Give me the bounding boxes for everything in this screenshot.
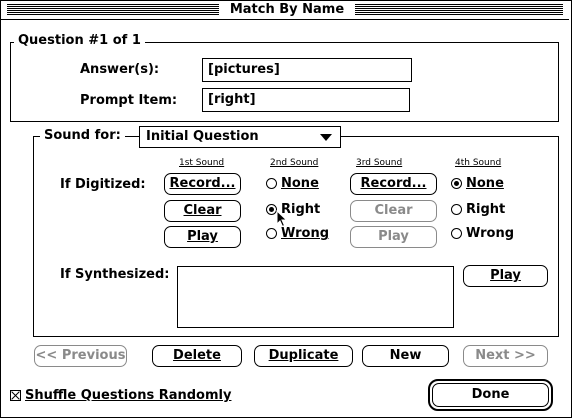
next-button[interactable]: Next >>: [463, 345, 548, 367]
mouse-pointer-icon: [276, 210, 288, 228]
radio-2nd-none-label: None: [281, 176, 319, 191]
synthesized-text-area[interactable]: [177, 266, 454, 328]
play-3rd-button[interactable]: Play: [350, 226, 437, 248]
if-synthesized-label: If Synthesized:: [60, 267, 170, 282]
clear-3rd-button[interactable]: Clear: [350, 200, 437, 222]
delete-label: Delete: [173, 348, 221, 363]
if-digitized-label: If Digitized:: [60, 177, 146, 192]
title-bar[interactable]: Match By Name: [1, 1, 569, 20]
title-stripes-right: [355, 4, 563, 16]
radio-2nd-none[interactable]: None: [266, 176, 319, 191]
record-3rd-button[interactable]: Record...: [350, 173, 437, 195]
radio-2nd-wrong-label: Wrong: [281, 226, 330, 241]
radio-4th-wrong[interactable]: Wrong: [451, 226, 514, 241]
done-button[interactable]: Done: [432, 383, 549, 407]
next-label: Next >>: [475, 348, 536, 363]
shuffle-checkbox-box: [10, 390, 21, 401]
new-label: New: [389, 348, 422, 363]
header-1st-sound: 1st Sound: [179, 158, 225, 168]
radio-4th-right-dot: [451, 204, 462, 215]
sound-for-label: Sound for:: [40, 128, 125, 144]
radio-4th-none[interactable]: None: [451, 176, 504, 191]
radio-2nd-wrong[interactable]: Wrong: [266, 226, 329, 241]
chevron-down-icon: [320, 134, 332, 141]
previous-label: << Previous: [35, 348, 126, 363]
record-1st-button[interactable]: Record...: [164, 173, 241, 195]
done-label: Done: [471, 387, 510, 402]
answers-label: Answer(s):: [80, 62, 160, 77]
header-2nd-sound: 2nd Sound: [270, 158, 319, 168]
play-1st-button[interactable]: Play: [164, 226, 241, 248]
radio-4th-none-label: None: [466, 176, 504, 191]
radio-2nd-right[interactable]: Right: [266, 202, 320, 217]
sound-for-value: Initial Question: [146, 129, 259, 144]
radio-4th-wrong-dot: [451, 228, 462, 239]
play-3rd-label: Play: [378, 229, 409, 244]
duplicate-label: Duplicate: [268, 348, 339, 363]
play-1st-label: Play: [187, 229, 218, 244]
prompt-item-field[interactable]: [right]: [202, 88, 410, 112]
radio-4th-right[interactable]: Right: [451, 202, 505, 217]
previous-button[interactable]: << Previous: [34, 345, 127, 367]
record-1st-label: Record...: [169, 176, 236, 191]
duplicate-button[interactable]: Duplicate: [254, 345, 353, 367]
question-legend: Question #1 of 1: [14, 33, 145, 49]
synth-play-label: Play: [490, 268, 521, 283]
clear-1st-label: Clear: [183, 203, 222, 218]
radio-2nd-wrong-dot: [266, 228, 277, 239]
prompt-item-label: Prompt Item:: [80, 93, 178, 108]
shuffle-label: Shuffle Questions Randomly: [25, 388, 232, 403]
clear-1st-button[interactable]: Clear: [164, 200, 241, 222]
sound-for-dropdown[interactable]: Initial Question: [139, 126, 341, 148]
record-3rd-label: Record...: [360, 176, 427, 191]
shuffle-checkbox[interactable]: Shuffle Questions Randomly: [10, 388, 231, 403]
clear-3rd-label: Clear: [374, 203, 413, 218]
radio-2nd-none-dot: [266, 178, 277, 189]
header-3rd-sound: 3rd Sound: [356, 158, 403, 168]
title-stripes-left: [7, 4, 219, 16]
new-button[interactable]: New: [362, 345, 449, 367]
synth-play-button[interactable]: Play: [463, 265, 548, 287]
window-title: Match By Name: [219, 2, 355, 18]
radio-4th-right-label: Right: [466, 202, 506, 217]
header-4th-sound: 4th Sound: [455, 158, 502, 168]
delete-button[interactable]: Delete: [152, 345, 242, 367]
radio-4th-none-dot: [451, 178, 462, 189]
answers-field[interactable]: [pictures]: [202, 58, 412, 82]
radio-4th-wrong-label: Wrong: [466, 226, 515, 241]
